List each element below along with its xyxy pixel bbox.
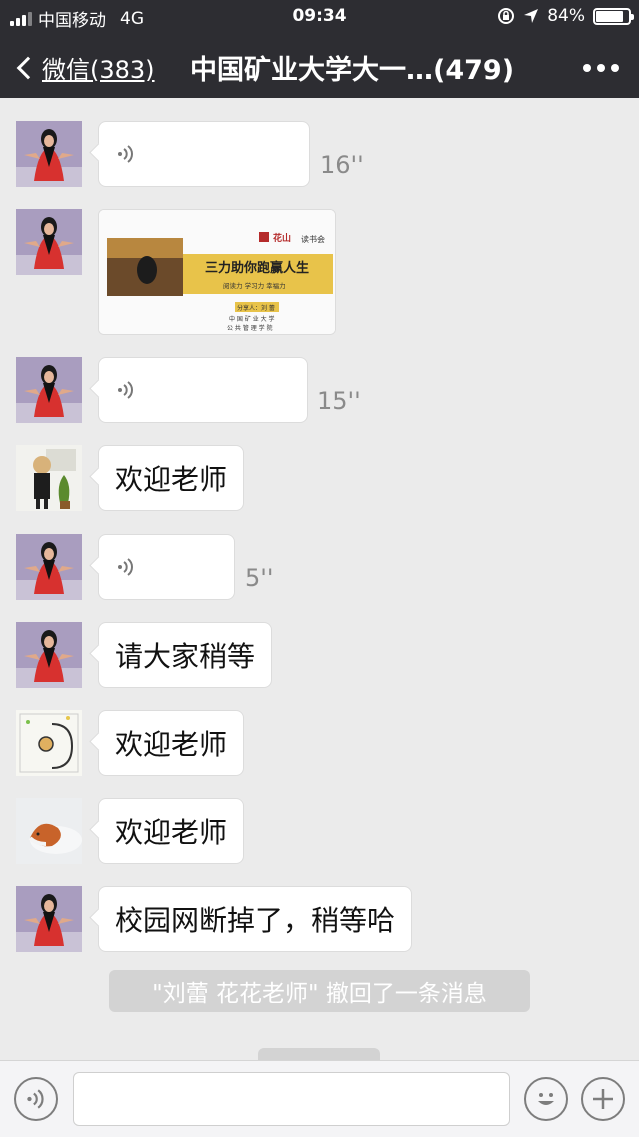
voice-wave-icon [118, 558, 133, 576]
voice-bubble[interactable] [98, 534, 235, 600]
chat-header: 微信(383) 中国矿业大学大一…(479) [0, 34, 639, 98]
text-bubble[interactable]: 欢迎老师 [98, 710, 245, 776]
avatar[interactable] [16, 209, 82, 275]
battery-percent: 84% [547, 6, 585, 26]
message-text-content: 欢迎老师 [115, 816, 228, 849]
plus-icon [593, 1089, 613, 1109]
message-text-content: 请大家稍等 [115, 640, 256, 673]
avatar[interactable] [16, 534, 82, 600]
message-text-content: 欢迎老师 [115, 728, 228, 761]
voice-duration: 15'' [317, 387, 361, 415]
message-text-content: 校园网断掉了，稍等哈 [115, 904, 396, 937]
voice-duration: 16'' [320, 151, 364, 179]
back-button[interactable]: 微信(383) [14, 50, 155, 85]
card-sharer: 分享人：刘 蕾 [237, 304, 275, 312]
avatar[interactable] [16, 710, 82, 776]
recall-notice: "刘蕾 花花老师" 撤回了一条消息 [109, 970, 530, 1012]
chevron-left-icon [16, 56, 40, 79]
more-options-icon[interactable] [583, 64, 619, 72]
message-input[interactable] [73, 1072, 510, 1126]
avatar[interactable] [16, 798, 82, 864]
slide-image: 花山 读书会 三力助你跑赢人生 阅读力 学习力 幸福力 分享人：刘 蕾 中 国 … [99, 210, 335, 334]
card-school-1: 中 国 矿 业 大 学 [229, 315, 275, 323]
input-bar [0, 1060, 639, 1137]
voice-wave-icon [118, 145, 133, 163]
avatar[interactable] [16, 121, 82, 187]
voice-bubble[interactable] [98, 357, 308, 423]
battery-icon [593, 7, 634, 25]
text-bubble[interactable]: 校园网断掉了，稍等哈 [98, 886, 413, 952]
message-text-content: 欢迎老师 [115, 463, 228, 496]
voice-bubble[interactable] [98, 121, 310, 187]
voice-duration: 5'' [245, 564, 274, 592]
status-right: 84% [497, 6, 634, 26]
avatar[interactable] [16, 886, 82, 952]
card-headline: 三力助你跑赢人生 [205, 260, 309, 276]
avatar[interactable] [16, 357, 82, 423]
location-icon [524, 9, 539, 23]
voice-icon [27, 1089, 44, 1109]
text-bubble[interactable]: 欢迎老师 [98, 445, 245, 511]
card-school-2: 公 共 管 理 学 院 [227, 324, 273, 332]
status-bar: 中国移动 4G 09:34 84% [0, 0, 639, 34]
emoji-icon [538, 1093, 554, 1105]
card-brand: 读书会 [301, 234, 325, 244]
avatar[interactable] [16, 445, 82, 511]
shared-slide-card[interactable]: 花山 读书会 三力助你跑赢人生 阅读力 学习力 幸福力 分享人：刘 蕾 中 国 … [98, 209, 336, 335]
text-bubble[interactable]: 欢迎老师 [98, 798, 245, 864]
card-subline: 阅读力 学习力 幸福力 [223, 281, 286, 290]
rotation-lock-icon [498, 8, 515, 24]
voice-wave-icon [118, 381, 133, 399]
avatar[interactable] [16, 622, 82, 688]
svg-text:花山: 花山 [273, 232, 291, 244]
voice-toggle-button[interactable] [14, 1077, 58, 1121]
text-bubble[interactable]: 请大家稍等 [98, 622, 273, 688]
back-label: 微信(383) [42, 56, 155, 84]
chat-title: 中国矿业大学大一…(479) [190, 55, 515, 86]
more-actions-button[interactable] [581, 1077, 625, 1121]
emoji-button[interactable] [524, 1077, 568, 1121]
